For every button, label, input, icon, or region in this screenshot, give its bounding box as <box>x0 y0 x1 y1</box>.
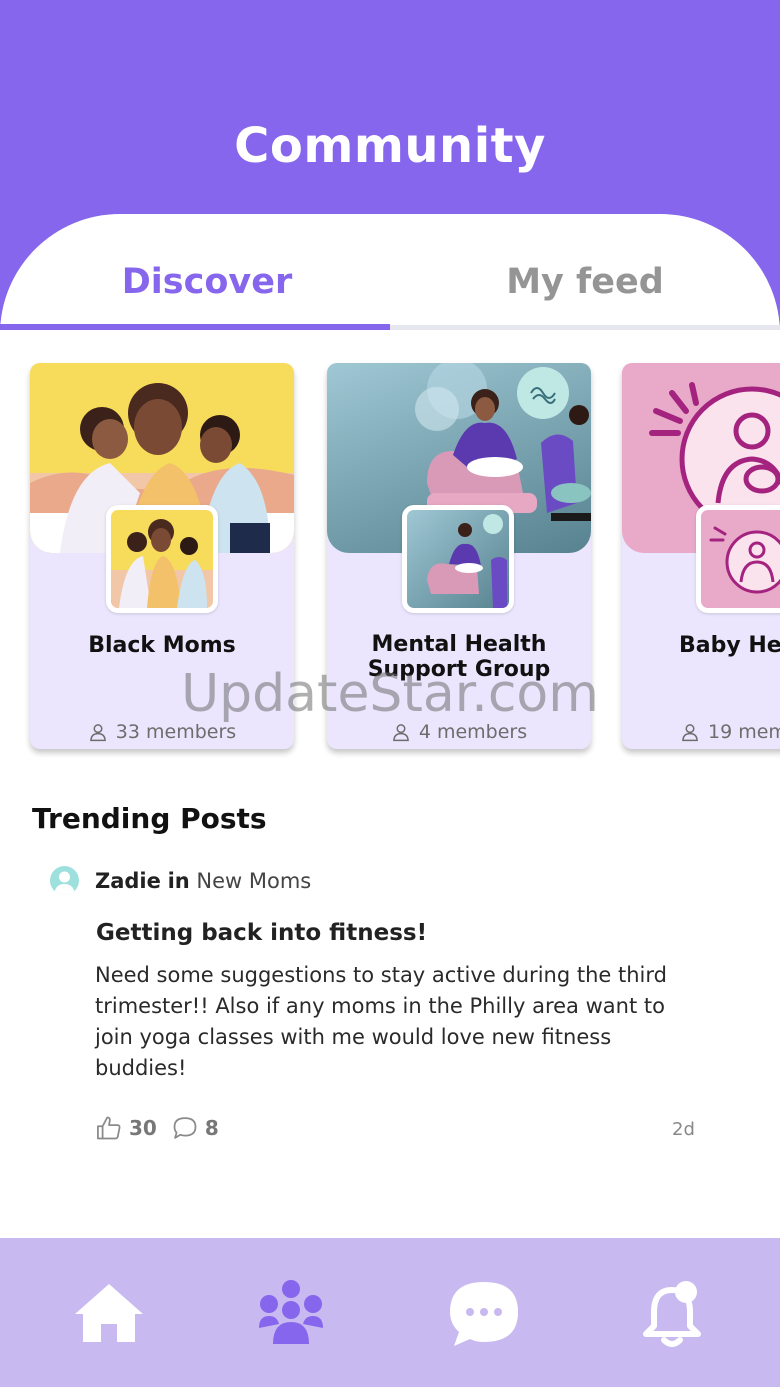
post-author[interactable]: Zadie <box>95 869 161 893</box>
tab-discover[interactable]: Discover <box>0 262 390 322</box>
tab-my-feed[interactable]: My feed <box>390 262 780 322</box>
group-member-count: 33 members <box>30 721 294 743</box>
avatar[interactable] <box>50 866 79 895</box>
group-member-count: 4 members <box>327 721 591 743</box>
member-count-label: 33 members <box>115 721 237 743</box>
member-count-label: 19 mem <box>708 721 780 743</box>
group-name: Baby He <box>679 633 780 658</box>
bottom-navigation <box>0 1238 780 1387</box>
chat-icon <box>450 1282 518 1346</box>
comment-bubble-icon <box>173 1117 197 1139</box>
thumbs-up-icon <box>97 1116 121 1140</box>
group-member-count: 19 mem <box>622 721 780 743</box>
user-icon <box>682 724 698 742</box>
group-name: Mental Health Support Group <box>327 632 591 682</box>
post-actions: 30 8 <box>95 1114 219 1142</box>
community-icon <box>259 1280 323 1344</box>
group-name-line-1: Mental Health <box>371 632 547 657</box>
post-header[interactable]: Zadie in New Moms <box>50 866 311 895</box>
comment-count: 8 <box>204 1116 219 1140</box>
like-button[interactable]: 30 <box>95 1114 157 1142</box>
nav-chat-button[interactable] <box>448 1278 520 1350</box>
member-count-label: 4 members <box>418 721 528 743</box>
post-title[interactable]: Getting back into fitness! <box>96 920 427 946</box>
group-name-line-2: Support Group <box>367 657 551 682</box>
group-carousel[interactable]: Black Moms 33 members Mental Health Supp… <box>0 355 780 765</box>
group-thumbnail <box>106 505 218 613</box>
page-title: Community <box>234 118 546 174</box>
nav-notifications-button[interactable] <box>636 1278 708 1350</box>
group-thumbnail <box>402 505 514 613</box>
group-card-mental-health[interactable]: Mental Health Support Group 4 members <box>327 363 591 749</box>
user-icon <box>392 724 409 742</box>
post-timestamp: 2d <box>672 1119 695 1140</box>
trending-posts-heading: Trending Posts <box>32 802 267 835</box>
post-group-link[interactable]: New Moms <box>196 869 311 893</box>
nav-community-button[interactable] <box>255 1278 327 1350</box>
post-in-word: in <box>167 868 190 893</box>
like-count: 30 <box>129 1116 157 1140</box>
post-body[interactable]: Need some suggestions to stay active dur… <box>95 960 695 1084</box>
default-avatar-icon <box>54 871 75 895</box>
notification-bell-icon <box>643 1281 701 1347</box>
home-icon <box>75 1284 143 1342</box>
comment-button[interactable]: 8 <box>171 1114 219 1142</box>
group-thumbnail <box>696 505 780 613</box>
tab-bar: Discover My feed <box>0 262 780 332</box>
group-card-baby-health[interactable]: Baby He 19 mem <box>622 363 780 749</box>
group-card-black-moms[interactable]: Black Moms 33 members <box>30 363 294 749</box>
user-icon <box>89 724 106 742</box>
tab-active-indicator <box>0 324 390 330</box>
nav-home-button[interactable] <box>73 1278 145 1350</box>
group-name: Black Moms <box>88 633 236 658</box>
